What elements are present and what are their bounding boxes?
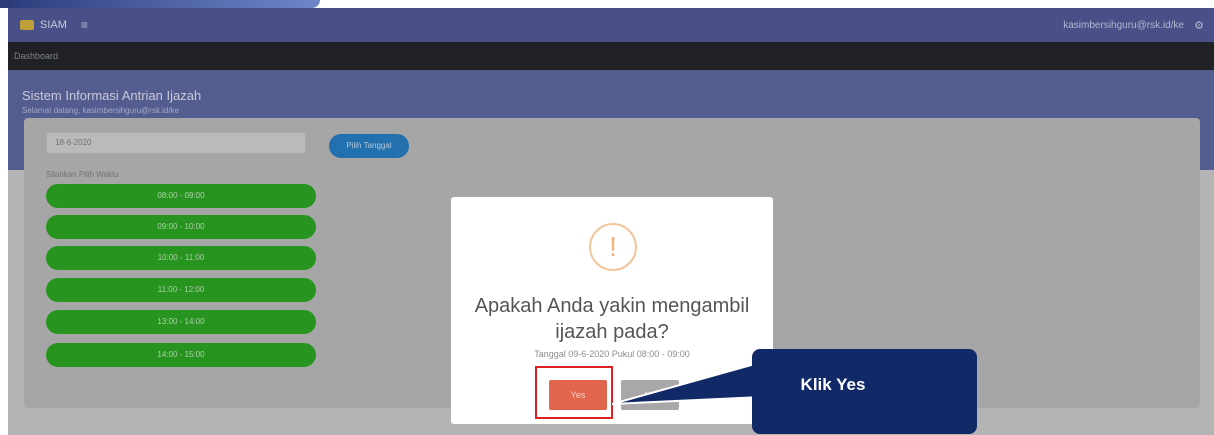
highlight-box: [535, 366, 613, 419]
warning-icon: !: [589, 223, 637, 271]
dialog-title: Apakah Anda yakin mengambil ijazah pada?: [474, 295, 750, 343]
instruction-callout: Klik Yes: [752, 349, 977, 434]
screenshot-frame: SIAM ≡ kasimbersihguru@rsk.id/ke ⚙ Dashb…: [0, 0, 1214, 435]
callout-text: Klik Yes: [800, 375, 866, 394]
decorative-banner: [0, 0, 320, 8]
